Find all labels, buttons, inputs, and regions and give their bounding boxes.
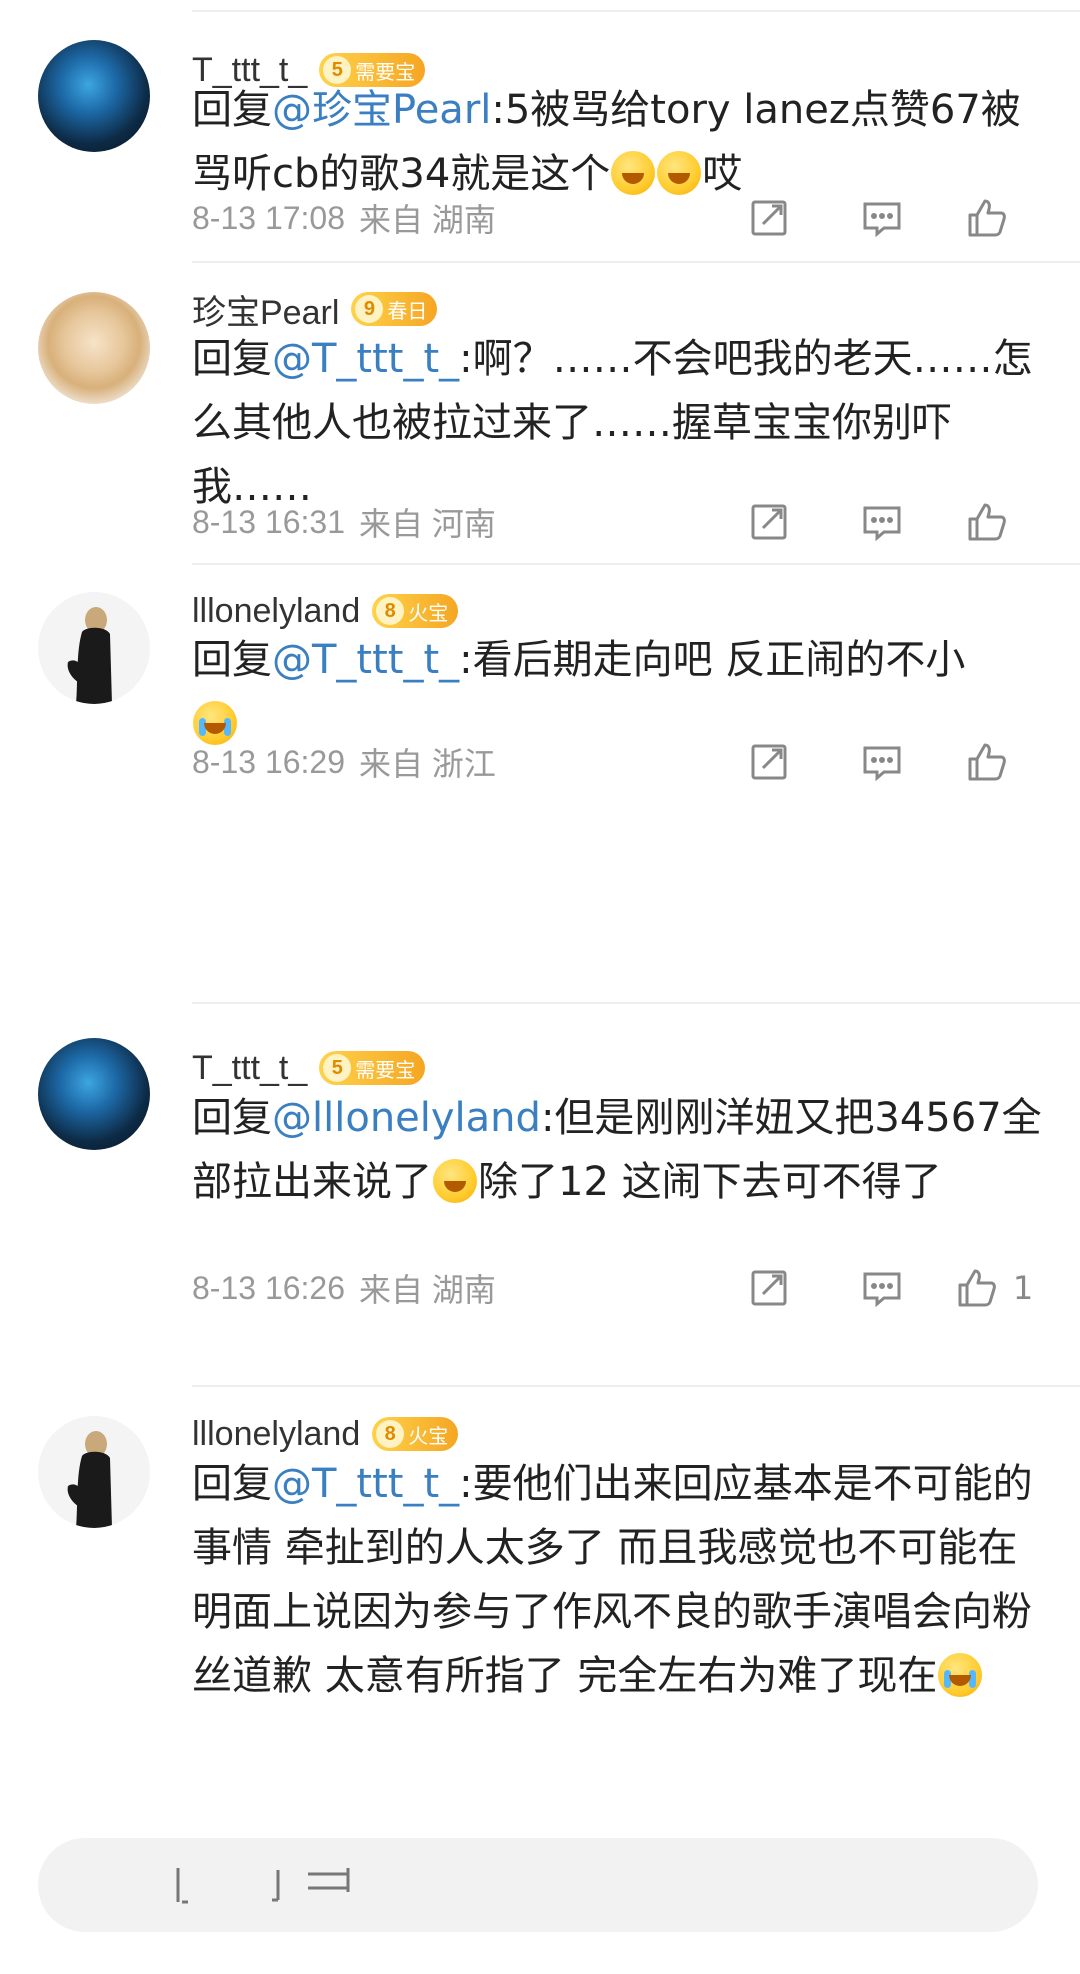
thumbs-up-icon — [968, 743, 1006, 781]
mention-link[interactable]: @T_ttt_t_ — [272, 637, 459, 683]
reply-prefix: 回复 — [192, 637, 272, 683]
share-button[interactable] — [714, 500, 826, 544]
like-button[interactable] — [938, 196, 1050, 240]
comment-input-bar[interactable] — [38, 1838, 1038, 1932]
divider — [192, 261, 1080, 263]
mention-link[interactable]: @T_ttt_t_ — [272, 336, 459, 382]
divider — [192, 10, 1080, 12]
crying-emoji-icon — [193, 701, 237, 745]
laugh-cry-emoji-icon — [433, 1159, 477, 1203]
comment-icon — [863, 506, 901, 542]
comment-button[interactable] — [826, 740, 938, 784]
comment-button[interactable] — [826, 196, 938, 240]
reply-prefix: 回复 — [192, 87, 272, 133]
username[interactable]: T_ttt_t_ — [192, 1049, 307, 1088]
divider — [192, 1385, 1080, 1387]
comment-actions — [714, 193, 1050, 243]
comment-meta: 8-13 16:31 来自 河南 — [192, 502, 496, 543]
comment-location: 来自 湖南 — [359, 202, 496, 238]
share-button[interactable] — [714, 740, 826, 784]
comment-meta: 8-13 17:08 来自 湖南 — [192, 198, 496, 239]
laugh-cry-emoji-icon — [657, 151, 702, 195]
name-row: T_ttt_t_ 5 需要宝 — [192, 1048, 426, 1088]
comment-button[interactable] — [826, 1266, 938, 1310]
comment-button[interactable] — [826, 500, 938, 544]
comment-location: 来自 湖南 — [359, 1272, 496, 1308]
mention-link[interactable]: @珍宝Pearl — [272, 87, 491, 133]
badge-text: 春日 — [387, 298, 428, 323]
share-button[interactable] — [714, 196, 826, 240]
badge-level: 8 — [376, 597, 405, 625]
input-placeholder-glyph-icon — [176, 1868, 350, 1904]
reply-prefix: 回复 — [192, 336, 272, 382]
comment-location: 来自 浙江 — [359, 746, 496, 782]
like-button[interactable] — [938, 500, 1050, 544]
divider — [192, 563, 1080, 565]
crying-emoji-icon — [938, 1653, 983, 1697]
comment-actions — [714, 737, 1050, 787]
share-icon — [751, 1270, 787, 1306]
fan-badge[interactable]: 8 火宝 — [372, 1417, 459, 1451]
name-row: lllonelyland 8 火宝 — [192, 1414, 459, 1454]
name-row: lllonelyland 8 火宝 — [192, 591, 459, 631]
comment-actions: 1 — [714, 1263, 1050, 1313]
thumbs-up-icon — [968, 199, 1006, 237]
reply-prefix: 回复 — [192, 1095, 272, 1141]
comment-icon — [863, 1272, 901, 1308]
like-button[interactable]: 1 — [938, 1266, 1050, 1310]
comment-meta: 8-13 16:26 来自 湖南 — [192, 1268, 496, 1309]
avatar[interactable] — [38, 40, 150, 152]
badge-level: 8 — [376, 1420, 405, 1448]
comment-body: :看后期走向吧 反正闹的不小 — [459, 637, 966, 683]
divider — [192, 1002, 1080, 1004]
name-row: 珍宝Pearl 9 春日 — [192, 289, 438, 332]
comment-text: 回复@T_ttt_t_:啊？……不会吧我的老天……怎么其他人也被拉过来了……握草… — [192, 327, 1042, 519]
share-icon — [751, 744, 787, 780]
comment-icon — [863, 202, 901, 238]
like-button[interactable] — [938, 740, 1050, 784]
badge-text: 火宝 — [408, 1423, 449, 1448]
share-icon — [751, 200, 787, 236]
fan-badge[interactable]: 9 春日 — [351, 292, 438, 326]
avatar[interactable] — [38, 1416, 150, 1528]
reply-prefix: 回复 — [192, 1461, 272, 1507]
avatar[interactable] — [38, 1038, 150, 1150]
badge-text: 火宝 — [408, 600, 449, 625]
comment-text: 回复@lllonelyland:但是刚刚洋妞又把34567全部拉出来说了 除了12… — [192, 1086, 1042, 1214]
laugh-cry-emoji-icon — [611, 151, 656, 195]
comment-body-tail: 哎 — [702, 151, 743, 197]
comment-text: 回复@T_ttt_t_:要他们出来回应基本是不可能的事情 牵扯到的人太多了 而且… — [192, 1452, 1042, 1708]
comment-meta: 8-13 16:29 来自 浙江 — [192, 742, 496, 783]
avatar-figure-icon — [67, 607, 112, 704]
comment-date: 8-13 16:31 — [192, 503, 346, 540]
comment-actions — [714, 497, 1050, 547]
comment-icon — [863, 746, 901, 782]
badge-text: 需要宝 — [355, 1057, 416, 1082]
comment-date: 8-13 17:08 — [192, 199, 346, 236]
share-button[interactable] — [714, 1266, 826, 1310]
fan-badge[interactable]: 8 火宝 — [372, 594, 459, 628]
comment-text: 回复@珍宝Pearl:5被骂给tory lanez点赞67被骂听cb的歌34就是… — [192, 78, 1042, 206]
comment-date: 8-13 16:26 — [192, 1269, 346, 1306]
mention-link[interactable]: @lllonelyland — [272, 1095, 541, 1141]
avatar[interactable] — [38, 592, 150, 704]
avatar-figure-icon — [67, 1431, 112, 1528]
username[interactable]: lllonelyland — [192, 592, 360, 631]
avatar[interactable] — [38, 292, 150, 404]
comment-location: 来自 河南 — [359, 506, 496, 542]
comment-body-tail: 除了12 这闹下去可不得了 — [478, 1159, 942, 1205]
username[interactable]: lllonelyland — [192, 1415, 360, 1454]
like-count: 1 — [1012, 1269, 1034, 1307]
mention-link[interactable]: @T_ttt_t_ — [272, 1461, 459, 1507]
badge-level: 5 — [323, 1054, 352, 1082]
share-icon — [751, 504, 787, 540]
fan-badge[interactable]: 5 需要宝 — [319, 1051, 426, 1085]
thumbs-up-icon — [958, 1269, 996, 1307]
thumbs-up-icon — [968, 503, 1006, 541]
badge-level: 9 — [355, 295, 384, 323]
comment-date: 8-13 16:29 — [192, 743, 346, 780]
